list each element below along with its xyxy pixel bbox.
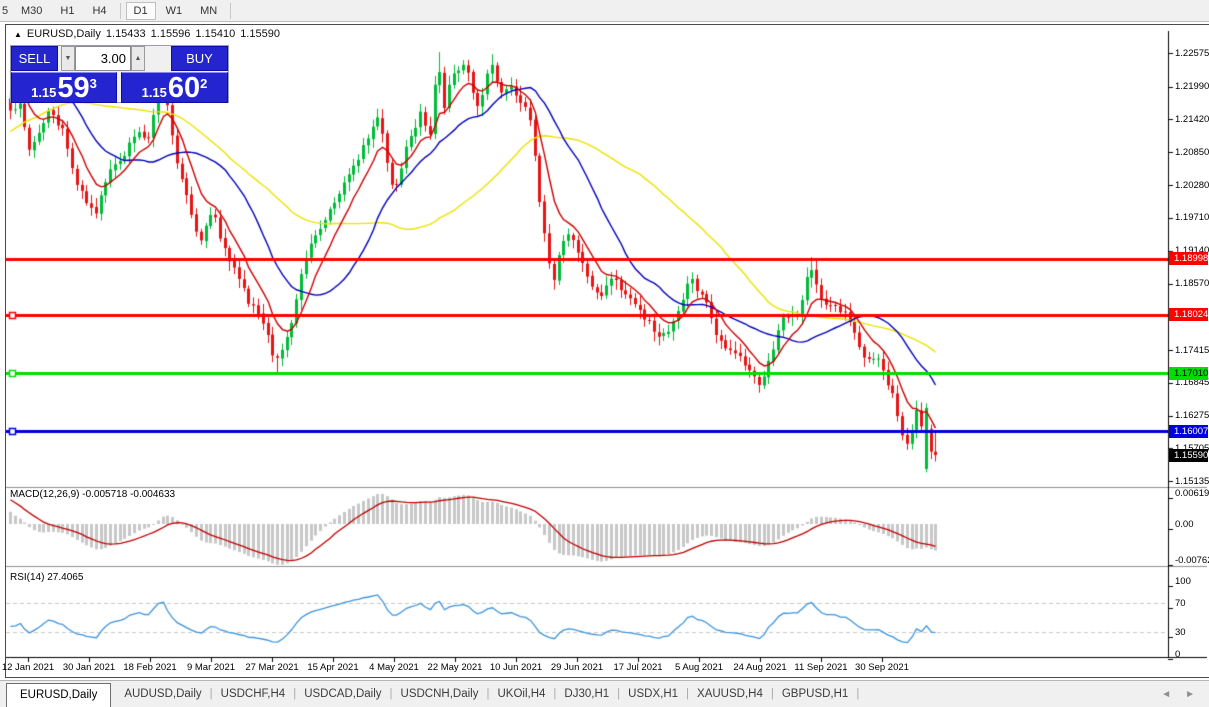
price-level-label-4: 1.16007 <box>1169 425 1208 438</box>
volume-input[interactable] <box>75 46 131 71</box>
tab-eurusd-daily[interactable]: EURUSD,Daily <box>6 683 111 707</box>
buy-price-prefix: 1.15 <box>142 86 167 100</box>
macd-axis-tick: 0.00 <box>1175 519 1194 530</box>
tab-separator: | <box>856 688 859 700</box>
tab-usdx-h1[interactable]: USDX,H1 <box>617 684 689 704</box>
price-axis-tick: 1.20280 <box>1175 180 1209 191</box>
sell-button[interactable]: SELL <box>11 46 58 71</box>
current-price-label: 1.15590 <box>1169 449 1208 462</box>
tab-scroll-left-icon[interactable]: ◄ <box>1161 689 1171 700</box>
ohlc-close: 1.15590 <box>240 28 280 40</box>
price-axis-tick: 1.19710 <box>1175 212 1209 223</box>
buy-button[interactable]: BUY <box>171 46 228 71</box>
date-axis-label: 17 Jul 2021 <box>613 662 662 673</box>
date-axis-label: 12 Jan 2021 <box>2 662 54 673</box>
chart-title: ▲ EURUSD,Daily 1.15433 1.15596 1.15410 1… <box>14 28 280 40</box>
timeframe-button-d1[interactable]: D1 <box>126 2 156 20</box>
tab-audusd-daily[interactable]: AUDUSD,Daily <box>113 684 212 704</box>
rsi-axis-tick: 0 <box>1175 649 1180 660</box>
timeframe-button-m30[interactable]: M30 <box>13 2 50 20</box>
date-axis-label: 30 Sep 2021 <box>855 662 909 673</box>
price-axis-tick: 1.21420 <box>1175 114 1209 125</box>
price-axis-tick: 1.17415 <box>1175 345 1209 356</box>
date-axis-label: 22 May 2021 <box>428 662 483 673</box>
date-axis-label: 10 Jun 2021 <box>490 662 542 673</box>
timeframe-button-5[interactable]: 5 <box>1 2 11 20</box>
price-axis-tick: 1.22575 <box>1175 48 1209 59</box>
tab-usdcad-daily[interactable]: USDCAD,Daily <box>293 684 392 704</box>
toolbar-separator <box>230 3 231 19</box>
tab-usdchf-h4[interactable]: USDCHF,H4 <box>210 684 297 704</box>
volume-increase-button[interactable]: ▲ <box>131 46 145 71</box>
sell-price-sup: 3 <box>90 76 97 91</box>
price-axis-tick: 1.16275 <box>1175 410 1209 421</box>
date-axis-label: 29 Jun 2021 <box>551 662 603 673</box>
rsi-axis-tick: 30 <box>1175 627 1186 638</box>
price-axis-tick: 1.20850 <box>1175 147 1209 158</box>
date-axis-label: 15 Apr 2021 <box>307 662 358 673</box>
tab-scroll-right-icon[interactable]: ► <box>1185 689 1195 700</box>
chart-tab-bar: EURUSD,DailyAUDUSD,Daily|USDCHF,H4|USDCA… <box>0 680 1209 707</box>
date-axis-label: 4 May 2021 <box>369 662 419 673</box>
ohlc-low: 1.15410 <box>195 28 235 40</box>
date-axis-label: 11 Sep 2021 <box>794 662 847 673</box>
price-axis-tick: 1.15135 <box>1175 476 1209 487</box>
tab-gbpusd-h1[interactable]: GBPUSD,H1 <box>771 684 859 704</box>
buy-price-big: 60 <box>168 76 200 100</box>
date-axis-label: 30 Jan 2021 <box>63 662 115 673</box>
date-axis-label: 5 Aug 2021 <box>675 662 723 673</box>
buy-price-sup: 2 <box>200 76 207 91</box>
chart-symbol: EURUSD,Daily <box>27 28 101 40</box>
date-axis-label: 24 Aug 2021 <box>733 662 786 673</box>
timeframe-button-h4[interactable]: H4 <box>84 2 114 20</box>
volume-decrease-button[interactable]: ▼ <box>61 46 75 71</box>
rsi-axis-tick: 70 <box>1175 598 1186 609</box>
tab-ukoil-h4[interactable]: UKOil,H4 <box>486 684 556 704</box>
macd-axis-tick: 0.006193 <box>1175 488 1209 499</box>
date-axis-label: 18 Feb 2021 <box>123 662 176 673</box>
ohlc-open: 1.15433 <box>106 28 146 40</box>
price-level-label-3: 1.17010 <box>1169 367 1208 380</box>
price-level-label-2: 1.18024 <box>1169 308 1208 321</box>
rsi-axis-tick: 100 <box>1175 576 1191 587</box>
date-axis-label: 9 Mar 2021 <box>187 662 235 673</box>
price-axis-tick: 1.18570 <box>1175 278 1209 289</box>
sell-price-tile[interactable]: 1.15 59 3 <box>11 72 117 103</box>
timeframe-button-h1[interactable]: H1 <box>52 2 82 20</box>
sell-price-prefix: 1.15 <box>31 86 56 100</box>
tab-xauusd-h4[interactable]: XAUUSD,H4 <box>686 684 774 704</box>
price-level-label-1: 1.18998 <box>1169 252 1208 265</box>
tab-scroll-arrows: ◄► <box>1161 689 1195 700</box>
timeframe-toolbar: 5M30H1H4 D1W1MN <box>0 0 1209 22</box>
buy-price-tile[interactable]: 1.15 60 2 <box>121 72 228 103</box>
price-chart-canvas[interactable] <box>6 25 1207 677</box>
tab-dj30-h1[interactable]: DJ30,H1 <box>553 684 620 704</box>
rsi-indicator-label: RSI(14) 27.4065 <box>10 572 83 583</box>
sell-price-big: 59 <box>57 76 89 100</box>
chart-window: ▲ EURUSD,Daily 1.15433 1.15596 1.15410 1… <box>5 24 1209 678</box>
timeframe-button-w1[interactable]: W1 <box>158 2 191 20</box>
one-click-trade-panel: SELL ▼ ▲ BUY 1.15 59 3 1.15 60 2 <box>10 45 229 103</box>
timeframe-button-mn[interactable]: MN <box>192 2 225 20</box>
macd-indicator-label: MACD(12,26,9) -0.005718 -0.004633 <box>10 489 175 500</box>
price-axis-tick: 1.21990 <box>1175 81 1209 92</box>
ohlc-high: 1.15596 <box>151 28 191 40</box>
macd-axis-tick: -0.007622 <box>1175 555 1209 566</box>
date-axis-label: 27 Mar 2021 <box>245 662 298 673</box>
toolbar-separator <box>120 3 121 19</box>
tab-usdcnh-daily[interactable]: USDCNH,Daily <box>390 684 490 704</box>
window-marker-icon: ▲ <box>14 30 22 39</box>
